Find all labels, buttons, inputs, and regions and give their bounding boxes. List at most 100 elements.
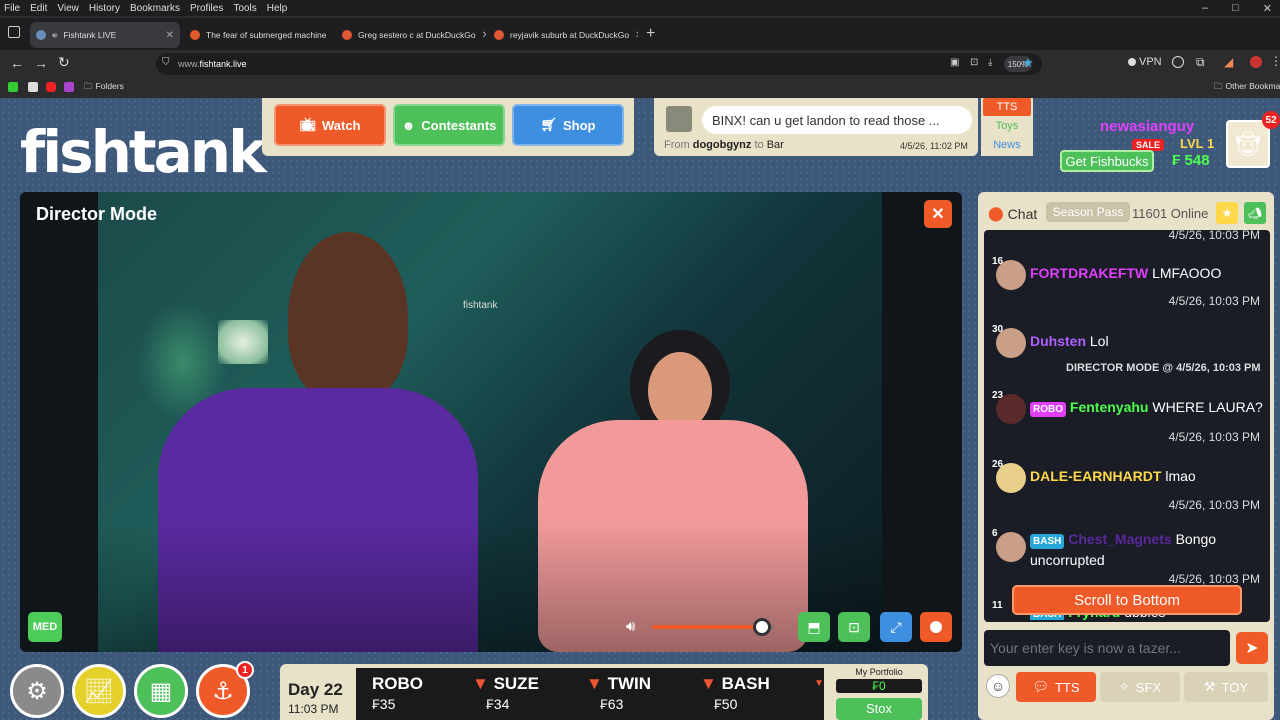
minimize-button[interactable]: – [1202, 2, 1208, 14]
chat-username[interactable]: FORTDRAKEFTW [1030, 265, 1148, 281]
watch-button[interactable]: 📺︎ Watch [274, 104, 386, 146]
side-tab-news[interactable]: News [983, 136, 1031, 154]
maximize-button[interactable]: □ [1232, 2, 1239, 14]
back-icon[interactable]: ← [10, 55, 24, 71]
close-tab-icon[interactable]: ✕ [166, 30, 174, 41]
tab-submerged[interactable]: The fear of submerged machine ✕ [184, 22, 334, 48]
menu-profiles[interactable]: Profiles [190, 3, 223, 14]
chat-username[interactable]: Chest_Magnets [1068, 531, 1171, 547]
chat-tab[interactable]: ⬤ Chat [988, 205, 1037, 222]
menu-edit[interactable]: Edit [30, 3, 47, 14]
twitch-icon[interactable] [64, 82, 74, 92]
record-button[interactable] [920, 612, 952, 642]
menu-tools[interactable]: Tools [233, 3, 256, 14]
username[interactable]: newasianguy [1100, 118, 1194, 135]
shop-button[interactable]: 🛒︎ Shop [512, 104, 624, 146]
chat-avatar[interactable] [996, 532, 1026, 562]
chat-timestamp: 4/5/26, 10:03 PM [1168, 228, 1260, 242]
chat-settings-button[interactable]: 📣︎ [1244, 202, 1266, 224]
toy-button[interactable]: ⚒︎ TOY [1184, 672, 1268, 702]
contestants-button[interactable]: ☻ Contestants [393, 104, 505, 146]
bookmark-green-icon[interactable] [8, 82, 18, 92]
message-bubble[interactable]: BINX! can u get landon to read those ... [702, 106, 972, 134]
stock-suze[interactable]: ▼ SUZE ₣34 [472, 674, 572, 712]
fishtank-logo[interactable]: fishtank© [20, 118, 282, 186]
chat-avatar[interactable] [996, 394, 1026, 424]
close-tab-icon[interactable]: ✕ [482, 30, 486, 41]
menu-view[interactable]: View [57, 3, 79, 14]
chat-username[interactable]: Fentenyahu [1070, 399, 1149, 415]
bookmark-star-icon[interactable]: ★ [1022, 55, 1034, 71]
close-director-button[interactable]: ✕ [924, 200, 952, 228]
adblock-icon[interactable] [1250, 56, 1262, 68]
side-tab-toys[interactable]: Toys [983, 117, 1031, 135]
scroll-to-bottom-button[interactable]: Scroll to Bottom [1012, 585, 1242, 615]
pip-button[interactable]: ⬒ [798, 612, 830, 642]
youtube-icon[interactable] [46, 82, 56, 92]
chat-username[interactable]: Duhsten [1030, 333, 1086, 349]
menu-bookmarks[interactable]: Bookmarks [130, 3, 180, 14]
menu-file[interactable]: File [4, 3, 20, 14]
emoji-button[interactable]: ☺ [986, 674, 1010, 698]
stock-name: TWIN [607, 674, 651, 693]
stock-robo[interactable]: ROBO ₣35 [372, 674, 472, 712]
address-bar[interactable]: ⛉ www. fishtank.live ▣ ⊡ ⤓ 150% ★ [156, 53, 1042, 75]
profile-icon[interactable] [1172, 56, 1184, 68]
tab-manager-icon[interactable] [8, 26, 20, 38]
volume-icon[interactable]: 🔊︎ [626, 618, 635, 635]
sfx-button[interactable]: ✧ SFX [1100, 672, 1180, 702]
from-user[interactable]: dogobgynz [693, 139, 752, 151]
to-user[interactable]: Bar [767, 139, 784, 151]
favorites-button[interactable]: ★ [1216, 202, 1238, 224]
stox-button[interactable]: 📈︎ [72, 664, 126, 718]
tts-button[interactable]: 💬︎ TTS [1016, 672, 1096, 702]
close-tab-icon[interactable]: ✕ [332, 30, 334, 41]
chat-bubble-icon: ⬤ [988, 205, 1004, 221]
stock-twin[interactable]: ▼ TWIN ₣63 [586, 674, 686, 712]
menu-help[interactable]: Help [267, 3, 288, 14]
close-tab-icon[interactable]: ✕ [635, 30, 638, 41]
season-pass-button[interactable]: Season Pass [1046, 202, 1130, 222]
chat-avatar[interactable] [996, 260, 1026, 290]
clans-button[interactable]: ▦ [134, 664, 188, 718]
vpn-button[interactable]: VPN [1128, 56, 1162, 68]
tab-fishtank[interactable]: 🔊︎ Fishtank LIVE ✕ [30, 22, 180, 48]
user-avatar[interactable]: 🤠︎ [1226, 120, 1270, 168]
reload-icon[interactable]: ↻ [58, 54, 70, 71]
chat-avatar[interactable] [996, 463, 1026, 493]
extensions-icon[interactable]: ⧉ [1196, 55, 1205, 70]
close-window-button[interactable]: ✕ [1263, 2, 1272, 15]
menu-history[interactable]: History [89, 3, 120, 14]
tab-reyjavik[interactable]: reyjavik suburb at DuckDuckGo ✕ [488, 22, 638, 48]
volume-fill [652, 625, 762, 629]
quality-button[interactable]: MED [28, 612, 62, 642]
settings-button[interactable]: ⚙︎ [10, 664, 64, 718]
menu-icon[interactable]: ⋮ [1270, 54, 1280, 68]
screenshot-icon[interactable]: ▣ [950, 57, 959, 68]
chat-avatar[interactable] [996, 328, 1026, 358]
new-tab-button[interactable]: + [646, 25, 655, 43]
stock-bash[interactable]: ▼ BASH ₣50 [700, 674, 800, 712]
fullscreen-button[interactable]: ⤢ [880, 612, 912, 642]
tab-greg[interactable]: Greg sestero c at DuckDuckGo ✕ [336, 22, 486, 48]
stox-portfolio-button[interactable]: Stox [836, 698, 922, 720]
chat-username[interactable]: DALE-EARNHARDT [1030, 468, 1161, 484]
extension-icon[interactable]: ◢ [1224, 55, 1233, 69]
site-info-icon[interactable]: ⛉ [162, 57, 170, 68]
forward-icon[interactable]: → [34, 55, 48, 71]
lamp-shape [218, 320, 268, 364]
get-fishbucks-button[interactable]: Get Fishbucks [1060, 150, 1154, 172]
bookmark-chat-icon[interactable] [28, 82, 38, 92]
chart-icon: 📈︎ [83, 677, 115, 705]
bookmark-folders[interactable]: 🗀︎ Folders [84, 81, 124, 95]
volume-knob[interactable] [752, 618, 771, 636]
other-bookmarks[interactable]: 🗀︎ Other Bookmar [1214, 81, 1280, 95]
chat-text: WHERE LAURA? [1152, 399, 1263, 415]
chat-input[interactable] [984, 630, 1230, 666]
cast-button[interactable]: ⊡ [838, 612, 870, 642]
downloads-icon[interactable]: ⤓ [988, 57, 992, 68]
tab-label: Greg sestero c at DuckDuckGo [358, 30, 476, 40]
side-tab-tts[interactable]: TTS [983, 98, 1031, 116]
send-button[interactable]: ➤ [1236, 632, 1268, 664]
cast-icon[interactable]: ⊡ [970, 57, 978, 68]
